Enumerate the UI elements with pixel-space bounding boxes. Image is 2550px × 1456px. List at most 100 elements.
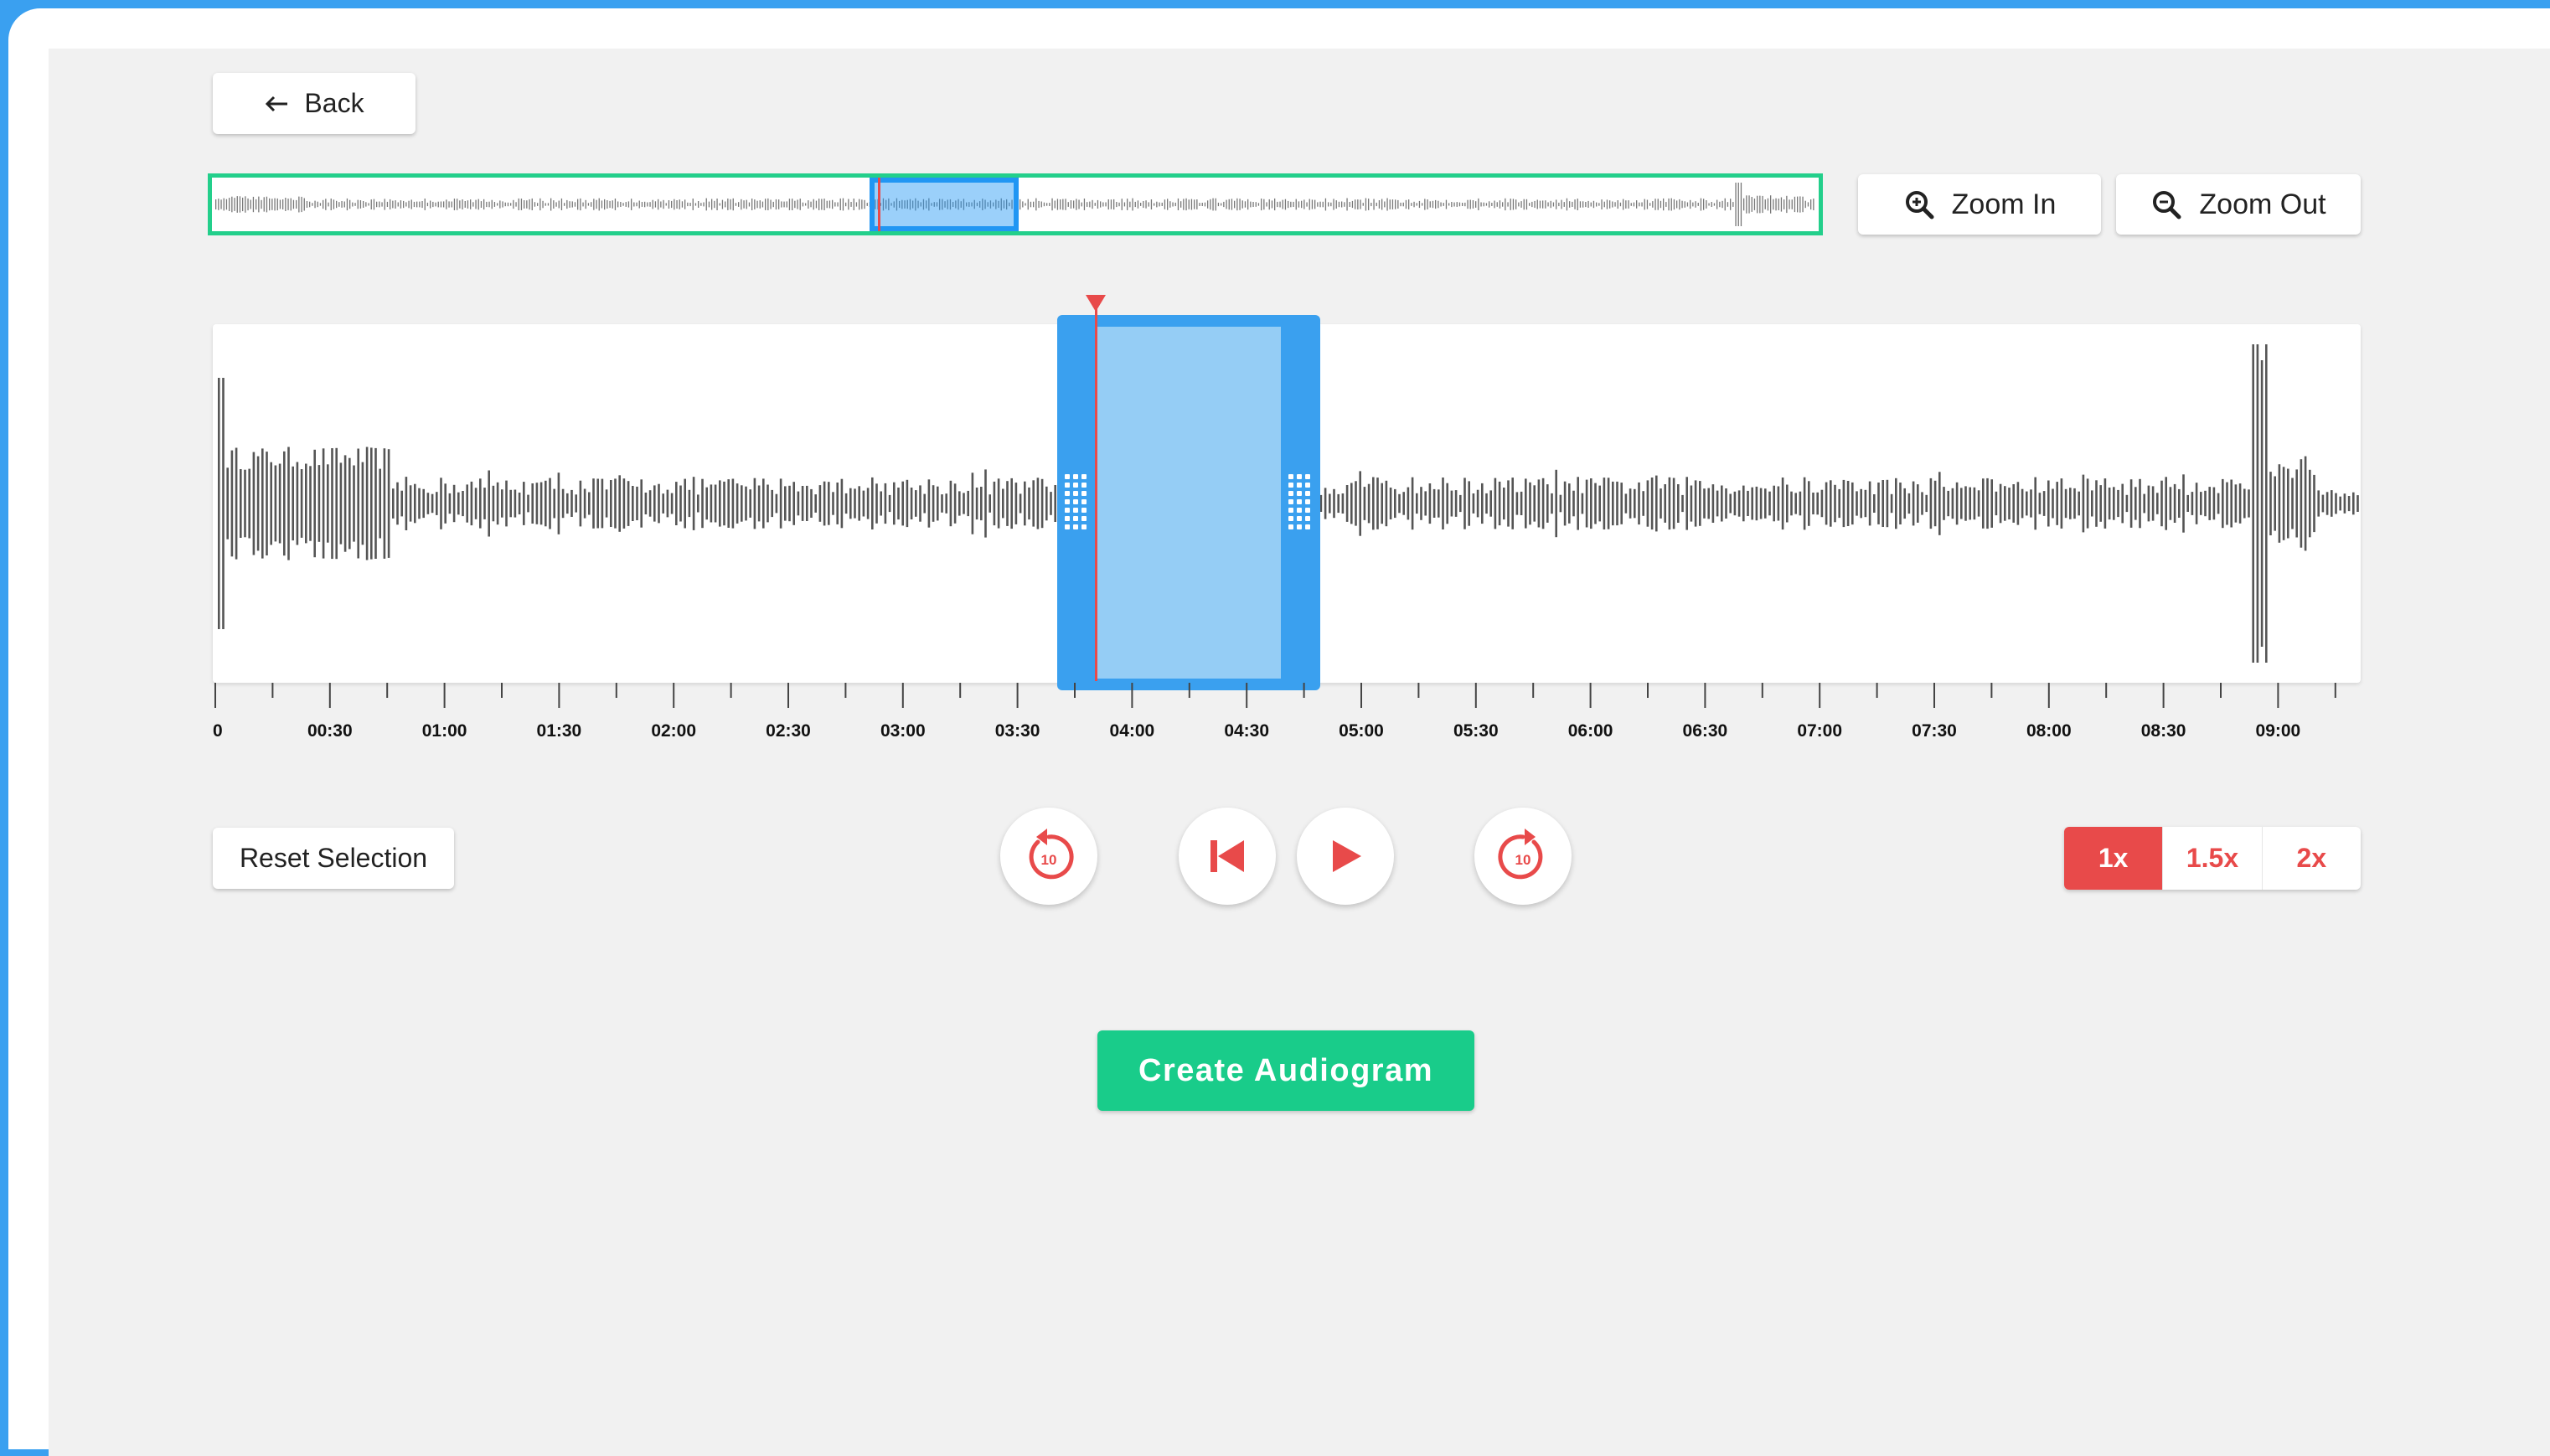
back-button[interactable]: Back [213, 73, 416, 134]
overview-wave-bar [1512, 199, 1515, 210]
zoom-out-button[interactable]: Zoom Out [2116, 174, 2361, 235]
waveform-bar [452, 484, 456, 523]
waveform-bar [2204, 490, 2207, 517]
waveform-bar [1864, 489, 1867, 518]
waveform-bar [1995, 491, 1998, 516]
overview-wave-bar [400, 200, 402, 209]
overview-wave-bar [531, 198, 533, 210]
waveform-bar [832, 492, 834, 515]
waveform-bar [566, 493, 569, 514]
overview-wave-bar [446, 199, 447, 209]
waveform-bar [448, 493, 452, 514]
overview-wave-bar [1552, 202, 1555, 207]
overview-wave-bar [1786, 195, 1788, 214]
selection-end-handle[interactable] [1288, 474, 1312, 529]
overview-wave-bar [435, 202, 436, 207]
overview-wave-bar [1400, 202, 1401, 207]
waveform-bar [701, 478, 704, 529]
handle-grip-dot [1297, 474, 1302, 479]
speed-2x-button[interactable]: 2x [2263, 827, 2361, 890]
waveform-bar [1886, 479, 1889, 528]
overview-wave-bar [410, 199, 412, 209]
selection-start-handle[interactable] [1065, 474, 1088, 529]
play-button[interactable] [1297, 808, 1394, 905]
overview-wave-bar [1022, 201, 1024, 208]
waveform-bar [1603, 478, 1606, 529]
create-audiogram-button[interactable]: Create Audiogram [1097, 1030, 1474, 1111]
waveform-bar [436, 492, 438, 515]
zoom-in-button[interactable]: Zoom In [1858, 174, 2101, 235]
waveform-bar [283, 451, 286, 556]
waveform-bar [1050, 492, 1052, 515]
overview-wave-bar [1579, 201, 1582, 208]
waveform-bar [980, 487, 983, 521]
overview-wave-bar [252, 196, 255, 213]
overview-wave-bar [810, 201, 812, 208]
overview-wave-bar [1174, 202, 1176, 207]
reset-selection-button[interactable]: Reset Selection [213, 828, 454, 889]
overview-wave-bar [534, 202, 536, 207]
waveform-bar [1363, 487, 1366, 520]
overview-wave-bar [694, 203, 697, 206]
overview-wave-bar [1290, 201, 1292, 208]
overview-wave-bar [269, 198, 271, 211]
overview-wave-bar [1531, 201, 1533, 208]
speed-1x-button[interactable]: 1x [2064, 827, 2164, 890]
handle-grip-dot [1288, 508, 1293, 513]
waveform-bar [1938, 472, 1941, 535]
overview-wave-bar [542, 200, 544, 209]
overview-wave-bar [1737, 183, 1739, 226]
waveform-bar [1624, 493, 1628, 514]
overview-selection-window[interactable] [870, 178, 1019, 231]
playhead-line [1095, 308, 1097, 681]
overview-wave-bar [1043, 202, 1045, 207]
overview-wave-bar [622, 203, 624, 206]
overview-wave-bar [671, 200, 673, 209]
overview-wave-bar [545, 203, 546, 206]
overview-wave-bar [1244, 201, 1247, 208]
overview-wave-bar [1529, 203, 1531, 206]
ruler-ticks [214, 683, 2336, 708]
waveform-bar [927, 479, 931, 528]
waveform-bar [997, 478, 1000, 529]
overview-wave-bar [587, 203, 590, 206]
skip-to-start-button[interactable] [1179, 808, 1276, 905]
waveform-bar [884, 483, 887, 524]
waveform-bar [731, 478, 735, 529]
overview-wave-bar [558, 200, 560, 209]
overview-wave-bar [684, 199, 686, 209]
overview-wave-bar [1284, 199, 1287, 210]
speed-1-5x-button[interactable]: 1.5x [2163, 827, 2263, 890]
waveform-bar [2103, 478, 2107, 529]
waveform-bar [2026, 491, 2028, 516]
rewind-10-button[interactable]: 10 [1000, 808, 1097, 905]
overview-wave-bar [698, 201, 699, 208]
forward-10-button[interactable]: 10 [1474, 808, 1572, 905]
waveform-bar [2052, 488, 2054, 519]
waveform-bar [875, 483, 878, 524]
overview-wave-bar [218, 199, 219, 210]
overview-wave-bar [1563, 202, 1565, 207]
overview-wave-bar [1346, 198, 1348, 211]
overview-wave-bar [486, 201, 488, 208]
overview-waveform[interactable] [208, 173, 1823, 235]
waveform-bar [653, 485, 656, 522]
waveform-bar [1424, 491, 1427, 516]
overview-wave-bar [229, 198, 230, 211]
overview-wave-bar [1668, 198, 1670, 211]
overview-wave-bar [1708, 203, 1710, 206]
overview-wave-bar [448, 201, 450, 208]
overview-wave-bar [805, 203, 807, 206]
overview-wave-bar [644, 201, 646, 208]
handle-grip-dot [1081, 516, 1087, 521]
waveform-bar [2304, 456, 2307, 551]
overview-wave-bar [1690, 199, 1691, 209]
reset-selection-label: Reset Selection [239, 843, 428, 873]
waveform-bar [1773, 485, 1775, 522]
overview-wave-bar [1558, 202, 1560, 207]
waveform-bar [1581, 493, 1584, 514]
overview-wave-bar [1692, 202, 1694, 207]
overview-wave-bar [1234, 200, 1236, 209]
waveform-bar [2165, 477, 2167, 530]
waveform-bar [2034, 477, 2036, 530]
